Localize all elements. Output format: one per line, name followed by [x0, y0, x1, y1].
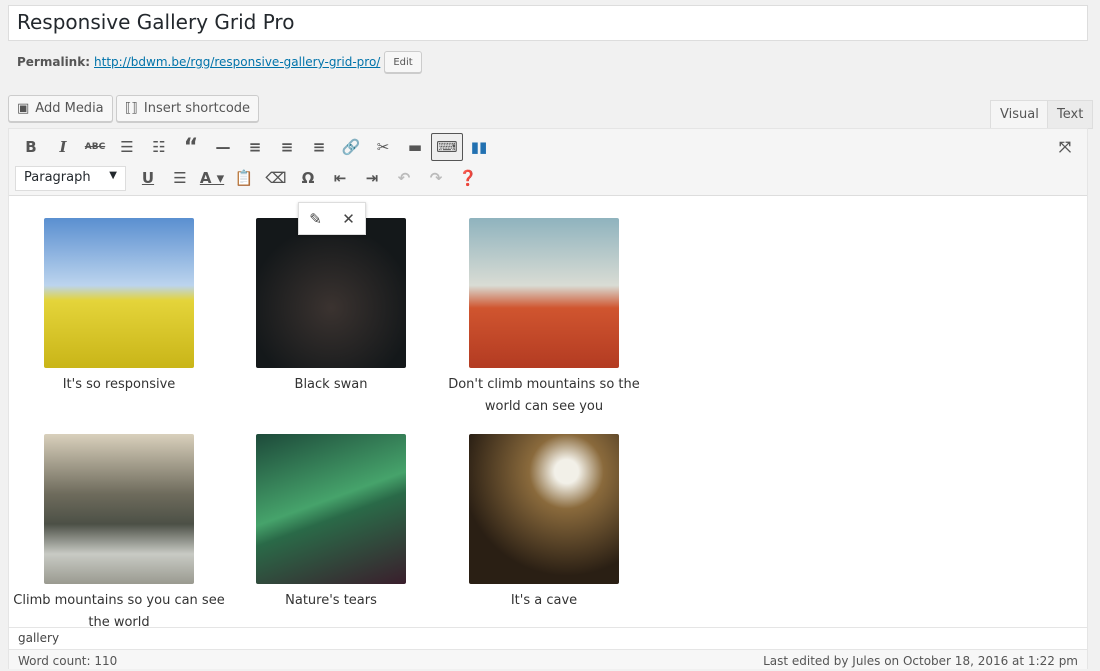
align-left-icon[interactable]: ≡: [239, 133, 271, 161]
bullet-list-icon[interactable]: ☰: [111, 133, 143, 161]
unlink-icon[interactable]: ✂: [367, 133, 399, 161]
status-bar: Word count: 110 Last edited by Jules on …: [9, 649, 1087, 669]
redo-icon[interactable]: ↷: [420, 164, 452, 192]
strikethrough-icon[interactable]: ABC: [79, 133, 111, 161]
toolbar-toggle-icon[interactable]: ⌨: [431, 133, 463, 161]
indent-icon[interactable]: ⇥: [356, 164, 388, 192]
underline-icon[interactable]: U: [132, 164, 164, 192]
chart-icon[interactable]: ▮▮: [463, 133, 495, 161]
numbered-list-icon[interactable]: ☷: [143, 133, 175, 161]
remove-icon[interactable]: ✕: [342, 210, 355, 228]
gallery-image[interactable]: [256, 434, 406, 584]
gallery-item[interactable]: Climb mountains so you can see the world: [13, 434, 225, 628]
gallery-image[interactable]: [44, 434, 194, 584]
gallery-image[interactable]: [469, 218, 619, 368]
justify-icon[interactable]: ☰: [164, 164, 196, 192]
format-select[interactable]: Paragraph ▼: [15, 165, 126, 191]
gallery-edit-toolbar: ✎ ✕: [298, 202, 366, 235]
gallery-item[interactable]: Black swan: [225, 218, 437, 396]
blockquote-icon[interactable]: “: [175, 133, 207, 161]
gallery-image[interactable]: [469, 434, 619, 584]
word-count: Word count: 110: [18, 654, 118, 668]
toolbar: B I ABC ☰ ☷ “ — ≡ ≡ ≡ 🔗 ✂ ▬ ⌨ ▮▮ ⤧ Parag…: [9, 129, 1087, 196]
clear-formatting-icon[interactable]: ⌫: [260, 164, 292, 192]
permalink-link[interactable]: http://bdwm.be/rgg/responsive-gallery-gr…: [94, 55, 380, 69]
edit-permalink-button[interactable]: Edit: [384, 51, 422, 73]
align-center-icon[interactable]: ≡: [271, 133, 303, 161]
gallery-image[interactable]: [256, 218, 406, 368]
gallery-item[interactable]: Nature's tears: [225, 434, 437, 612]
post-title-input[interactable]: Responsive Gallery Grid Pro: [8, 5, 1088, 41]
edit-pencil-icon[interactable]: ✎: [309, 210, 322, 228]
tab-text[interactable]: Text: [1047, 100, 1094, 129]
align-right-icon[interactable]: ≡: [303, 133, 335, 161]
paste-text-icon[interactable]: 📋: [228, 164, 260, 192]
italic-icon[interactable]: I: [47, 133, 79, 161]
fullscreen-icon[interactable]: ⤧: [1049, 133, 1081, 161]
read-more-icon[interactable]: ▬: [399, 133, 431, 161]
help-icon[interactable]: ❓: [452, 164, 484, 192]
undo-icon[interactable]: ↶: [388, 164, 420, 192]
bold-icon[interactable]: B: [15, 133, 47, 161]
shortcode-icon: ⟦⟧: [125, 101, 138, 116]
insert-shortcode-button[interactable]: ⟦⟧ Insert shortcode: [116, 95, 260, 122]
permalink-bar: Permalink: http://bdwm.be/rgg/responsive…: [17, 51, 422, 73]
add-media-button[interactable]: ▣ Add Media: [8, 95, 113, 122]
media-icon: ▣: [17, 101, 30, 116]
gallery-image[interactable]: [44, 218, 194, 368]
gallery-item[interactable]: It's so responsive: [13, 218, 225, 396]
gallery-item[interactable]: It's a cave: [438, 434, 650, 612]
gallery-content: It's so responsive Black swan Don't clim…: [9, 196, 1087, 628]
element-path: gallery: [9, 627, 1087, 648]
horizontal-line-icon[interactable]: —: [207, 133, 239, 161]
tab-visual[interactable]: Visual: [990, 100, 1049, 129]
outdent-icon[interactable]: ⇤: [324, 164, 356, 192]
chevron-down-icon: ▼: [109, 169, 117, 181]
text-color-icon[interactable]: A ▾: [196, 164, 228, 192]
editor: B I ABC ☰ ☷ “ — ≡ ≡ ≡ 🔗 ✂ ▬ ⌨ ▮▮ ⤧ Parag…: [8, 128, 1088, 669]
link-icon[interactable]: 🔗: [335, 133, 367, 161]
permalink-label: Permalink:: [17, 55, 91, 69]
last-edited: Last edited by Jules on October 18, 2016…: [763, 654, 1078, 668]
gallery-item[interactable]: Don't climb mountains so the world can s…: [438, 218, 650, 418]
special-character-icon[interactable]: Ω: [292, 164, 324, 192]
